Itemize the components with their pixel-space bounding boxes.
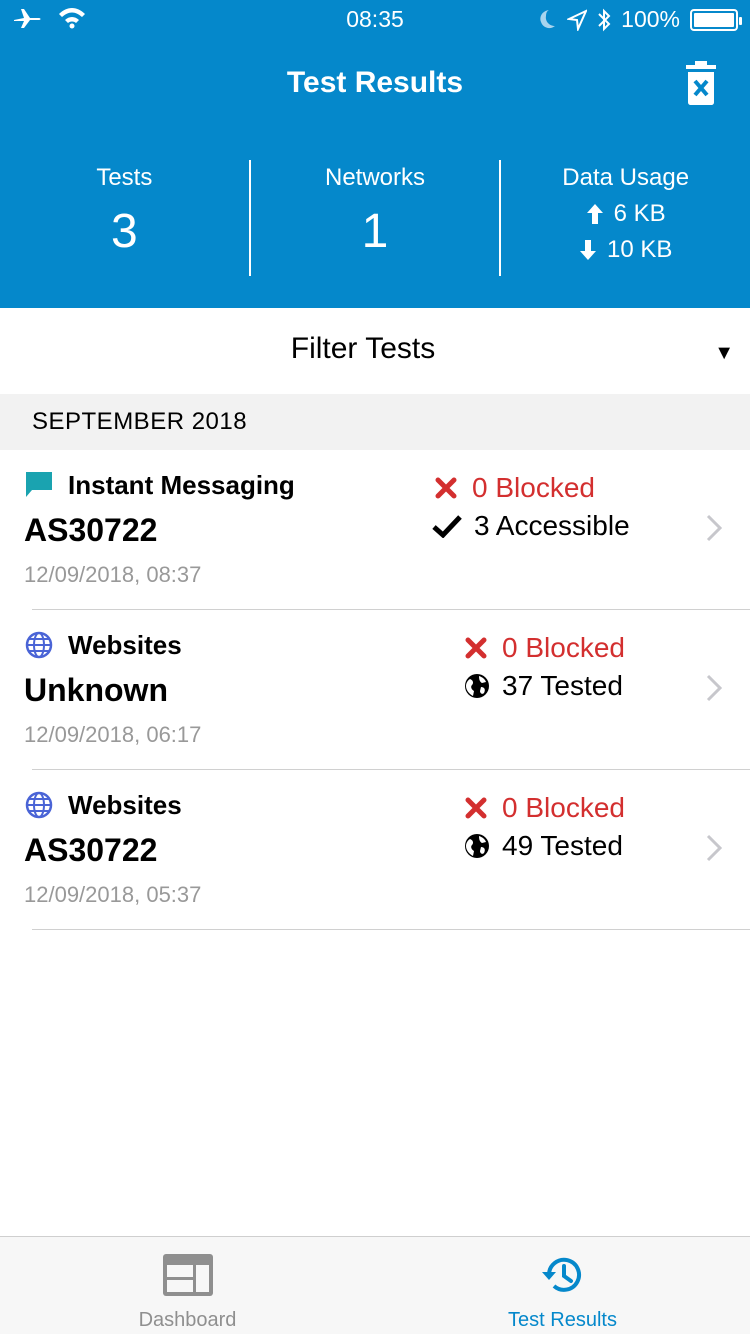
upload-value: 6 KB [613,200,666,227]
earth-icon [465,674,489,698]
accessible-count: 3 Accessible [432,510,630,542]
header-panel: 08:35 100% Test Results Tests 3 Networks… [0,0,750,308]
tab-dashboard[interactable]: Dashboard [0,1237,375,1334]
stat-networks-value: 1 [361,205,389,258]
history-icon [541,1257,581,1292]
accessible-label: 3 Accessible [474,510,630,541]
arrow-down-icon [579,240,596,260]
stats-summary: Tests 3 Networks 1 Data Usage 6 KB 10 KB [0,160,750,276]
section-header: SEPTEMBER 2018 [0,394,750,450]
tested-label: 49 Tested [502,830,623,861]
status-bar: 08:35 100% [0,0,750,40]
section-label: SEPTEMBER 2018 [32,408,248,435]
result-row[interactable]: Instant Messaging AS30722 12/09/2018, 08… [24,450,750,610]
network-name: Unknown [24,672,168,708]
test-date: 12/09/2018, 06:17 [24,722,202,747]
earth-icon [465,834,489,858]
caret-down-icon: ▼ [714,342,734,364]
test-date: 12/09/2018, 08:37 [24,562,202,587]
stat-networks: Networks 1 [248,160,500,276]
stat-networks-label: Networks [324,164,426,191]
chat-bubble-icon [26,472,52,497]
download-value: 10 KB [606,236,673,263]
blocked-label: 0 Blocked [472,472,595,503]
stat-tests-value: 3 [110,205,138,258]
tested-count: 37 Tested [464,670,623,702]
results-list: Instant Messaging AS30722 12/09/2018, 08… [0,450,750,930]
delete-all-button[interactable] [684,60,718,106]
blocked-count: 0 Blocked [434,472,595,504]
stat-tests-label: Tests [96,164,153,191]
bluetooth-icon [598,8,611,31]
battery-percent: 100% [621,6,680,32]
result-row[interactable]: Websites AS30722 12/09/2018, 05:37 0 Blo… [24,770,750,930]
x-mark-icon [435,477,457,499]
check-icon [432,515,462,538]
network-name: AS30722 [24,832,158,868]
x-mark-icon [465,637,487,659]
stat-data-usage: Data Usage 6 KB 10 KB [499,160,750,276]
network-name: AS30722 [24,512,158,548]
tested-label: 37 Tested [502,670,623,701]
blocked-label: 0 Blocked [502,792,625,823]
globe-icon [25,791,53,819]
filter-tests-dropdown[interactable]: Filter Tests ▼ [0,308,750,394]
dashboard-icon [162,1254,213,1296]
stat-data-usage-label: Data Usage [562,164,690,191]
chevron-right-icon [706,514,722,542]
test-type: Websites [68,630,182,660]
x-mark-icon [465,797,487,819]
tab-dashboard-label: Dashboard [138,1309,237,1331]
chevron-right-icon [706,674,722,702]
tab-bar: Dashboard Test Results [0,1236,750,1334]
blocked-label: 0 Blocked [502,632,625,663]
chevron-right-icon [706,834,722,862]
test-type: Instant Messaging [68,470,295,500]
test-type: Websites [68,790,182,820]
filter-label: Filter Tests [290,332,436,365]
tested-count: 49 Tested [464,830,623,862]
stat-tests: Tests 3 [0,160,249,276]
blocked-count: 0 Blocked [464,632,625,664]
globe-icon [25,631,53,659]
test-date: 12/09/2018, 05:37 [24,882,202,907]
battery-icon [690,8,742,31]
page-title: Test Results [286,66,464,99]
result-row[interactable]: Websites Unknown 12/09/2018, 06:17 0 Blo… [24,610,750,770]
blocked-count: 0 Blocked [464,792,625,824]
arrow-up-icon [586,204,603,224]
location-arrow-icon [567,8,588,31]
moon-icon [540,9,556,28]
tab-test-results-label: Test Results [508,1309,617,1331]
tab-test-results[interactable]: Test Results [375,1237,750,1334]
